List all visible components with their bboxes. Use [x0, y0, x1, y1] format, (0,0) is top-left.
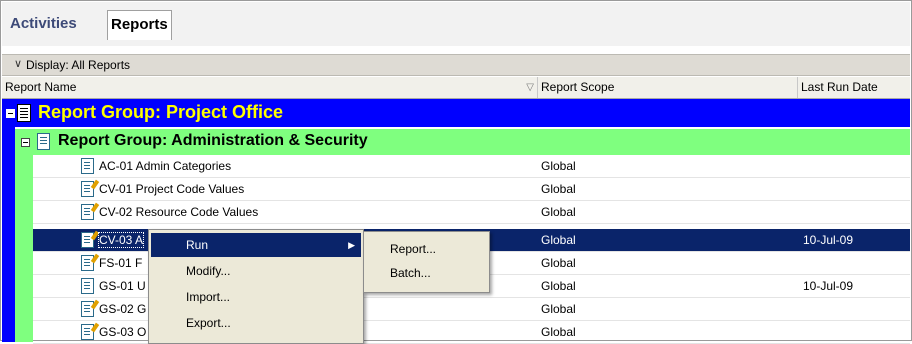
menu-item-batch[interactable]: Batch...: [366, 261, 487, 285]
group-indent-bar: [2, 127, 15, 342]
column-header-last-run-date[interactable]: Last Run Date: [798, 77, 910, 98]
report-group-icon: [37, 133, 50, 150]
submenu-arrow-icon: ▶: [348, 240, 355, 250]
context-menu: Run ▶ Modify... Import... Export...: [148, 229, 364, 344]
menu-item-label: Run: [186, 238, 209, 252]
menu-item-modify[interactable]: Modify...: [151, 259, 361, 283]
report-scope: Global: [541, 205, 576, 219]
table-row[interactable]: AC-01 Admin Categories Global: [33, 155, 910, 178]
chevron-down-icon[interactable]: ∨: [14, 57, 22, 70]
run-submenu: Report... Batch...: [363, 231, 490, 293]
table-row[interactable]: CV-02 Resource Code Values Global: [33, 201, 910, 224]
group-row-project-office[interactable]: Report Group: Project Office: [2, 99, 910, 127]
report-name: GS-01 U: [99, 279, 146, 293]
report-name: CV-01 Project Code Values: [99, 182, 245, 196]
collapse-icon[interactable]: [21, 138, 30, 147]
group-title: Report Group: Project Office: [38, 102, 284, 122]
report-edit-icon: [81, 204, 94, 220]
report-icon: [81, 278, 94, 294]
menu-item-import[interactable]: Import...: [151, 285, 361, 309]
column-header-report-name-label: Report Name: [5, 80, 77, 94]
group-indent-bar: [15, 155, 33, 342]
report-scope: Global: [541, 279, 576, 293]
group-title: Report Group: Administration & Security: [58, 132, 368, 149]
column-header-report-scope[interactable]: Report Scope: [538, 77, 798, 98]
report-edit-icon: [81, 301, 94, 317]
last-run-date: 10-Jul-09: [803, 279, 854, 293]
report-edit-icon: [81, 255, 94, 271]
report-name: FS-01 F: [99, 256, 143, 270]
group-row-administration-security[interactable]: Report Group: Administration & Security: [15, 129, 910, 155]
report-name: GS-03 O: [99, 325, 147, 339]
report-scope: Global: [541, 182, 576, 196]
tab-reports[interactable]: Reports: [107, 10, 172, 40]
report-scope: Global: [541, 233, 576, 247]
collapse-icon[interactable]: [6, 109, 15, 118]
report-scope: Global: [541, 302, 576, 316]
display-filter-bar[interactable]: ∨ Display: All Reports: [2, 54, 910, 76]
report-scope: Global: [541, 256, 576, 270]
tab-bar: Activities Reports: [2, 2, 910, 46]
report-edit-icon: [81, 324, 94, 340]
report-name: GS-02 G: [99, 302, 147, 316]
reports-window: Activities Reports ∨ Display: All Report…: [0, 0, 912, 344]
filter-icon[interactable]: ▽: [526, 77, 534, 98]
report-edit-icon: [81, 181, 94, 197]
menu-item-report[interactable]: Report...: [366, 237, 487, 261]
tab-activities[interactable]: Activities: [7, 10, 80, 38]
column-header-report-name[interactable]: Report Name ▽: [2, 77, 538, 98]
report-group-icon: [17, 104, 31, 122]
column-header: Report Name ▽ Report Scope Last Run Date: [2, 77, 910, 99]
display-filter-label: Display: All Reports: [26, 58, 131, 72]
report-name: CV-03 A: [97, 232, 145, 248]
report-scope: Global: [541, 325, 576, 339]
menu-item-export[interactable]: Export...: [151, 311, 361, 335]
report-name: AC-01 Admin Categories: [99, 159, 232, 173]
report-name: CV-02 Resource Code Values: [99, 205, 259, 219]
table-row[interactable]: CV-01 Project Code Values Global: [33, 178, 910, 201]
menu-item-run[interactable]: Run ▶: [151, 233, 361, 257]
report-scope: Global: [541, 159, 576, 173]
last-run-date: 10-Jul-09: [803, 233, 854, 247]
report-edit-icon: [81, 232, 94, 248]
report-icon: [81, 158, 94, 174]
